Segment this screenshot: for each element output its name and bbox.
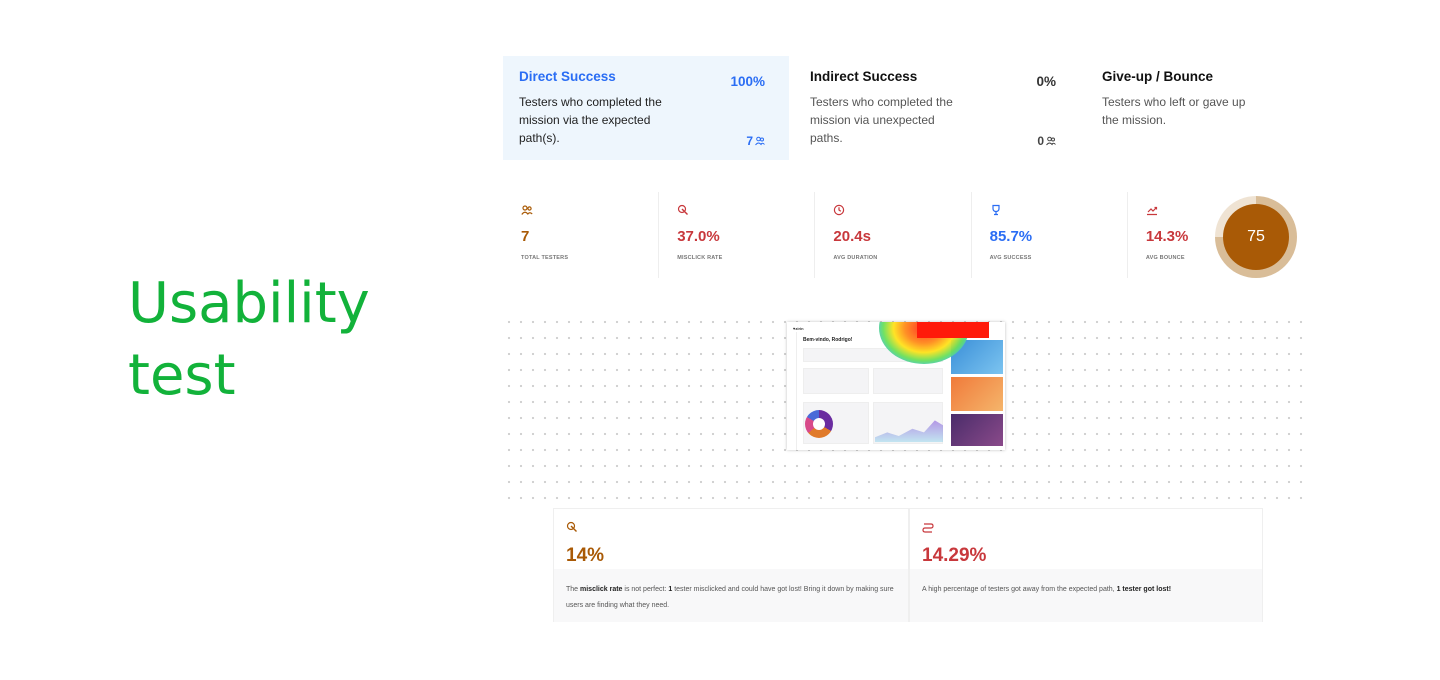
lost-path-insight-note: A high percentage of testers got away fr… (910, 569, 1262, 622)
indirect-success-title: Indirect Success (810, 69, 918, 84)
stat-label: MISCLICK RATE (677, 255, 723, 261)
stat-avg-duration: 20.4s AVG DURATION (815, 192, 972, 278)
screenshot-donut-chart (805, 410, 833, 438)
hero-title-line2: test (128, 343, 236, 408)
direct-success-description: Testers who completed the mission via th… (519, 95, 662, 145)
heatmap-screenshot[interactable]: ♥zirin Bem-vindo, Rodrigo! (787, 322, 1005, 450)
score-value: 75 (1223, 204, 1289, 270)
screenshot-sidebar (787, 332, 797, 450)
direct-success-card[interactable]: Direct Success 100% Testers who complete… (503, 56, 789, 160)
stat-label: TOTAL TESTERS (521, 255, 569, 261)
screenshot-card-orange (951, 377, 1003, 411)
screenshot-team-block (873, 368, 943, 394)
stat-avg-success: 85.7% AVG SUCCESS (972, 192, 1128, 278)
users-icon (1046, 136, 1056, 146)
heatmap-hotspot-bar (917, 322, 989, 338)
give-up-bounce-title: Give-up / Bounce (1102, 69, 1214, 84)
indirect-success-card[interactable]: Indirect Success 0% Testers who complete… (794, 56, 1080, 160)
indirect-success-percent: 0% (1036, 74, 1056, 89)
bounce-icon (1146, 206, 1157, 216)
lost-path-insight-card: 14.29% A high percentage of testers got … (909, 508, 1263, 622)
hero-title: Usability test (128, 268, 448, 412)
misclick-insight-note: The misclick rate is not perfect: 1 test… (554, 569, 908, 622)
give-up-bounce-card[interactable]: Give-up / Bounce Testers who left or gav… (1086, 56, 1286, 160)
stats-row: 7 TOTAL TESTERS 37.0% MISCLICK RATE 20.4… (503, 192, 1283, 278)
screenshot-card-purple (951, 414, 1003, 446)
indirect-success-count: 0 (1037, 134, 1056, 148)
trophy-icon (992, 204, 1000, 216)
users-icon (521, 205, 533, 215)
path-icon (922, 523, 934, 533)
stat-label: AVG SUCCESS (989, 255, 1032, 261)
score-gauge: 75 (1215, 196, 1297, 278)
indirect-success-count-value: 0 (1037, 134, 1044, 148)
misclick-insight-value: 14% (566, 545, 605, 566)
stat-value: 20.4s (833, 228, 871, 245)
screenshot-greeting: Bem-vindo, Rodrigo! (803, 337, 853, 343)
cursor-click-icon (566, 521, 577, 532)
clock-icon (834, 204, 845, 216)
misclick-insight-card: 14% The misclick rate is not perfect: 1 … (553, 508, 909, 622)
direct-success-count-value: 7 (746, 134, 753, 148)
cursor-click-icon (678, 204, 689, 215)
stat-label: AVG DURATION (833, 255, 878, 261)
users-icon (755, 136, 765, 146)
give-up-bounce-description: Testers who left or gave up the mission. (1102, 95, 1246, 127)
stat-value: 37.0% (677, 228, 720, 245)
screenshot-logo: ♥zirin (793, 326, 804, 331)
lost-path-insight-value: 14.29% (922, 545, 987, 566)
stat-value: 85.7% (989, 228, 1033, 245)
stat-total-testers: 7 TOTAL TESTERS (503, 192, 660, 278)
direct-success-count: 7 (746, 134, 765, 148)
screenshot-info-block (803, 368, 869, 394)
direct-success-percent: 100% (730, 74, 765, 89)
stat-misclick-rate: 37.0% MISCLICK RATE (659, 192, 816, 278)
indirect-success-description: Testers who completed the mission via un… (810, 95, 953, 145)
hero-title-line1: Usability (128, 271, 370, 336)
stat-value: 7 (521, 228, 530, 245)
